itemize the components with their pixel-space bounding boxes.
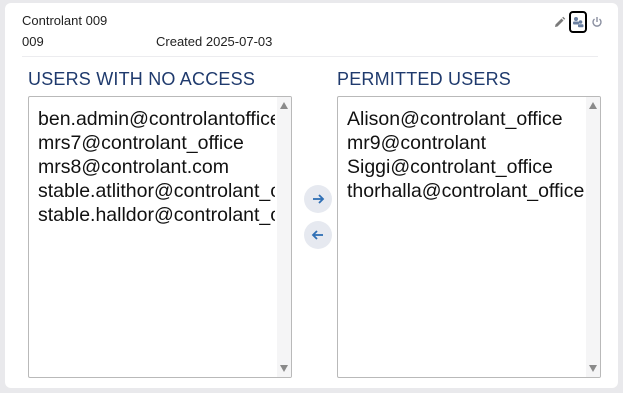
list-item[interactable]: Siggi@controlant_office xyxy=(347,155,584,179)
header-actions xyxy=(552,11,604,33)
scroll-up-arrow[interactable] xyxy=(589,102,597,109)
no-access-listbox[interactable]: ben.admin@controlantoffice mrs7@controlan… xyxy=(28,96,292,378)
list-item[interactable]: mrs8@controlant.com xyxy=(38,155,275,179)
revoke-access-button[interactable] xyxy=(304,221,332,249)
list-item[interactable]: ben.admin@controlantoffice xyxy=(38,107,275,131)
permitted-scrollbar[interactable] xyxy=(586,97,600,377)
no-access-title: USERS WITH NO ACCESS xyxy=(28,69,256,89)
list-item[interactable]: stable.atlithor@controlant_office xyxy=(38,179,275,203)
no-access-scrollbar[interactable] xyxy=(277,97,291,377)
created-date: Created 2025-07-03 xyxy=(156,34,273,49)
list-item[interactable]: mrs7@controlant_office xyxy=(38,131,275,155)
pencil-icon[interactable] xyxy=(552,15,567,30)
arrow-right-icon xyxy=(313,194,325,204)
group-id: 009 xyxy=(22,34,44,49)
no-access-list: ben.admin@controlantoffice mrs7@controlan… xyxy=(38,107,275,227)
scroll-down-arrow[interactable] xyxy=(589,365,597,372)
scroll-up-arrow[interactable] xyxy=(280,102,288,109)
list-item[interactable]: thorhalla@controlant_office xyxy=(347,179,584,203)
group-card: Controlant 009 009 Created 2025-07-03 US… xyxy=(5,3,618,388)
list-item[interactable]: Alison@controlant_office xyxy=(347,107,584,131)
grant-access-button[interactable] xyxy=(304,185,332,213)
arrow-left-icon xyxy=(311,230,323,240)
permitted-list: Alison@controlant_office mr9@controlant Si… xyxy=(347,107,584,203)
permitted-title: PERMITTED USERS xyxy=(337,69,512,89)
permitted-listbox[interactable]: Alison@controlant_office mr9@controlant Si… xyxy=(337,96,601,378)
group-title: Controlant 009 xyxy=(22,13,108,28)
power-icon[interactable] xyxy=(589,15,604,30)
users-icon xyxy=(573,17,584,28)
list-item[interactable]: stable.halldor@controlant_office xyxy=(38,203,275,227)
scroll-down-arrow[interactable] xyxy=(280,365,288,372)
list-item[interactable]: mr9@controlant xyxy=(347,131,584,155)
users-button[interactable] xyxy=(569,11,587,33)
header-divider xyxy=(22,56,598,57)
